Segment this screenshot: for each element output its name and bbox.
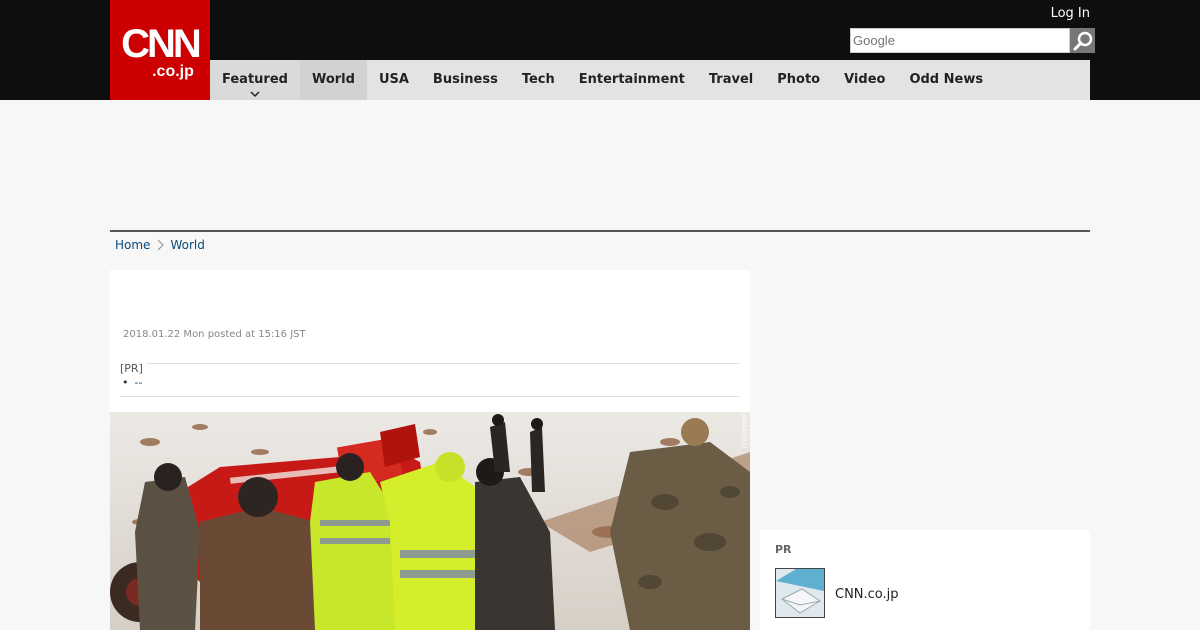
search-icon (1073, 31, 1092, 50)
login-link[interactable]: Log In (1051, 6, 1090, 21)
pr-list-item[interactable]: • -- (122, 376, 142, 389)
search-input[interactable] (850, 28, 1070, 53)
article-date: 2018.01.22 Mon posted at 15:16 JST (123, 329, 306, 340)
nav-item-featured[interactable]: Featured (210, 60, 300, 100)
nav-item-business[interactable]: Business (421, 60, 510, 100)
nav-item-tech[interactable]: Tech (510, 60, 567, 100)
breadcrumb: Home World (115, 238, 205, 252)
pr-block: [PR] • -- (120, 362, 740, 397)
nav-item-label: Video (844, 72, 886, 87)
chevron-down-icon (250, 91, 260, 98)
nav-item-travel[interactable]: Travel (697, 60, 765, 100)
nav-item-label: Photo (777, 72, 821, 87)
nav-item-label: Business (432, 72, 498, 87)
sidebar-pr-card: PR CNN.co.jp (760, 530, 1090, 630)
section-divider (110, 230, 1090, 232)
main-nav: Featured World USA Business Tech Enterta… (210, 60, 1090, 100)
mail-icon (776, 569, 824, 617)
pr-label: [PR] (120, 362, 147, 375)
nav-item-odd-news[interactable]: Odd News (897, 60, 995, 100)
photo-credit: ANADOLU (740, 414, 748, 449)
nav-item-label: Featured (222, 72, 288, 87)
nav-item-label: USA (378, 72, 409, 87)
breadcrumb-home[interactable]: Home (115, 238, 150, 252)
nav-item-entertainment[interactable]: Entertainment (567, 60, 697, 100)
nav-item-label: World (311, 72, 355, 87)
logo-main-text: CNN (121, 22, 202, 66)
cnn-logo[interactable]: CNN .co.jp (110, 0, 210, 100)
nav-item-label: Travel (708, 72, 754, 87)
rescue-scene-image (110, 412, 750, 630)
ad-space (110, 100, 1090, 230)
logo-sub-text: .co.jp (152, 63, 194, 80)
article-photo[interactable]: ANADOLU (110, 412, 750, 630)
pr-thumbnail[interactable] (775, 568, 825, 618)
nav-item-label: Odd News (909, 72, 984, 87)
nav-item-photo[interactable]: Photo (765, 60, 832, 100)
nav-item-usa[interactable]: USA (367, 60, 421, 100)
search-button[interactable] (1070, 28, 1095, 53)
bullet-icon: • (122, 376, 129, 389)
sidebar-pr-link[interactable]: CNN.co.jp (835, 587, 899, 602)
chevron-right-icon (158, 239, 165, 251)
nav-item-world[interactable]: World (299, 60, 367, 100)
nav-item-label: Tech (521, 72, 555, 87)
pr-link-text: -- (134, 376, 143, 389)
nav-item-video[interactable]: Video (832, 60, 897, 100)
article-card: 2018.01.22 Mon posted at 15:16 JST [PR] … (110, 270, 750, 630)
nav-item-label: Entertainment (578, 72, 685, 87)
sidebar-pr-label: PR (775, 543, 792, 556)
breadcrumb-world[interactable]: World (170, 238, 204, 252)
